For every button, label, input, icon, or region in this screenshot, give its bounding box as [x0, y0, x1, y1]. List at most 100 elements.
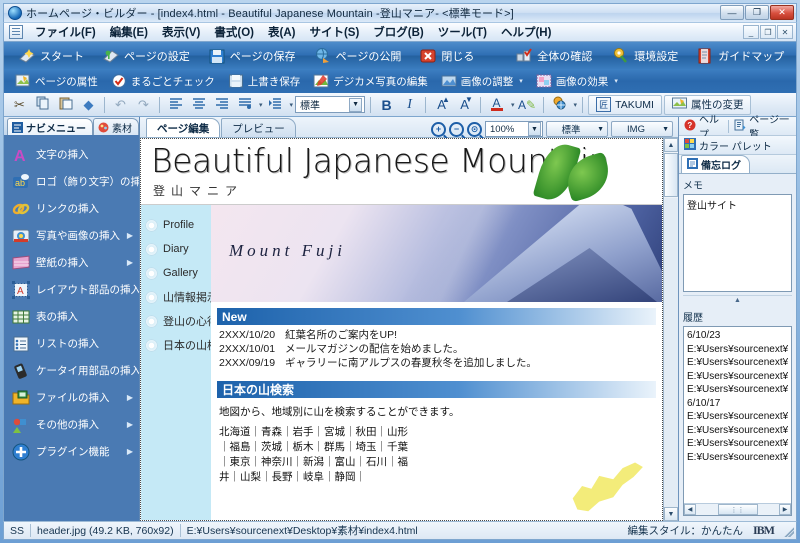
nav-insert-logo[interactable]: ab ロゴ（飾り文字）の挿入 ▶ — [4, 168, 139, 195]
nav-plugin[interactable]: プラグイン機能 ▶ — [4, 438, 139, 465]
format-painter-button[interactable]: ◆ — [78, 95, 99, 115]
history-item-2[interactable]: E:¥Users¥sourcenext¥Deskto — [687, 343, 788, 357]
toolbar-preferences-button[interactable]: 環境設定 — [604, 44, 686, 68]
scroll-up-button[interactable]: ▲ — [664, 138, 678, 152]
nav-insert-file[interactable]: ファイルの挿入 ▶ — [4, 384, 139, 411]
maximize-button[interactable]: ❐ — [745, 5, 769, 20]
toolbar-page-settings-button[interactable]: ページの設定 — [94, 44, 198, 68]
page-canvas[interactable]: Beautiful Japanese Mountain 登山マニア Profil… — [140, 138, 663, 521]
image-adjust-button[interactable]: 画像の調整 ▾ — [436, 72, 528, 90]
font-shrink-button[interactable]: A ▼ — [454, 95, 475, 115]
hscroll-right-button[interactable]: ▶ — [779, 504, 791, 515]
full-check-button[interactable]: まるごとチェック — [106, 72, 220, 90]
hscroll-left-button[interactable]: ◀ — [684, 504, 696, 515]
scroll-down-button[interactable]: ▼ — [664, 507, 678, 521]
menu-view[interactable]: 表示(V) — [155, 22, 207, 42]
toolbar-publish-button[interactable]: ページの公開 — [306, 44, 410, 68]
history-item-10[interactable]: E:¥Users¥sourcenext¥Docum — [687, 451, 788, 465]
font-color-dropdown-icon[interactable]: ▾ — [511, 101, 515, 109]
nav-insert-link[interactable]: リンクの挿入 — [4, 195, 139, 222]
menu-table[interactable]: 表(A) — [261, 22, 302, 42]
page-attribute-button[interactable]: ページの属性 — [10, 72, 103, 90]
img-mode-button[interactable]: IMG ▼ — [611, 121, 673, 137]
font-grow-button[interactable]: A ▲ — [431, 95, 452, 115]
history-item-8[interactable]: E:¥Users¥sourcenext¥Docum — [687, 424, 788, 438]
collapse-arrow-icon[interactable]: ▲ — [734, 297, 741, 304]
prefecture-links[interactable]: 北海道｜青森｜岩手｜宮城｜秋田｜山形｜福島｜茨城｜栃木｜群馬｜埼玉｜千葉｜東京｜… — [211, 421, 426, 489]
history-item-9[interactable]: E:¥Users¥sourcenext¥Docum — [687, 437, 788, 451]
toolbar-close-page-button[interactable]: 閉じる — [411, 44, 482, 68]
takumi-button[interactable]: 匠 TAKUMI — [588, 94, 662, 115]
redo-button[interactable]: ↷ — [133, 95, 154, 115]
submenu-arrow-icon-3[interactable]: ▶ — [127, 258, 133, 267]
history-horizontal-scrollbar[interactable]: ◀ ⋮⋮ ▶ — [684, 503, 791, 515]
mdi-minimize-button[interactable]: _ — [743, 25, 759, 39]
nav-insert-photo[interactable]: 写真や画像の挿入 ▶ — [4, 222, 139, 249]
hero-image[interactable]: Mount Fuji — [211, 205, 662, 302]
tab-preview[interactable]: プレビュー — [221, 118, 296, 137]
paragraph-style-select[interactable]: 標準 ▼ — [295, 96, 366, 113]
toolbar-save-page-button[interactable]: ページの保存 — [200, 44, 304, 68]
nav-insert-other[interactable]: その他の挿入 ▶ — [4, 411, 139, 438]
overwrite-save-button[interactable]: 上書き保存 — [223, 72, 306, 90]
align-center-button[interactable] — [188, 95, 209, 115]
menu-blog[interactable]: ブログ(B) — [366, 22, 430, 42]
nav-insert-wallpaper[interactable]: 壁紙の挿入 ▶ — [4, 249, 139, 276]
submenu-arrow-icon-8[interactable]: ▶ — [127, 447, 133, 456]
scroll-track[interactable] — [664, 198, 678, 507]
photo-edit-button[interactable]: デジカメ写真の編集 — [308, 72, 433, 90]
tab-memo-log[interactable]: 備忘ログ — [681, 155, 750, 173]
paste-button[interactable] — [55, 95, 76, 115]
zoom-out-icon[interactable]: − — [449, 121, 464, 137]
page-nav-diary[interactable]: Diary — [141, 237, 211, 261]
tab-nav-menu[interactable]: ナビメニュー — [7, 118, 93, 135]
history-item-3[interactable]: E:¥Users¥sourcenext¥Deskto — [687, 356, 788, 370]
menu-help[interactable]: ヘルプ(H) — [494, 22, 558, 42]
japan-map-image[interactable] — [572, 462, 643, 512]
history-item-1[interactable]: 6/10/23 — [687, 329, 788, 343]
zoom-in-icon[interactable]: + — [431, 121, 446, 137]
insert-link-button[interactable] — [549, 95, 570, 115]
menu-file[interactable]: ファイル(F) — [28, 22, 103, 42]
chevron-down-icon-3[interactable]: ▼ — [349, 97, 363, 112]
history-item-4[interactable]: E:¥Users¥sourcenext¥Deskto — [687, 370, 788, 384]
mdi-close-button[interactable]: ✕ — [777, 25, 793, 39]
page-nav-gallery[interactable]: Gallery — [141, 261, 211, 285]
hscroll-thumb[interactable]: ⋮⋮ — [717, 504, 758, 515]
chevron-down-icon-2[interactable]: ▾ — [614, 77, 618, 85]
history-item-6[interactable]: 6/10/17 — [687, 397, 788, 411]
page-header-image[interactable]: Beautiful Japanese Mountain 登山マニア — [141, 139, 662, 205]
toolbar-check-all-button[interactable]: 全体の確認 — [507, 44, 600, 68]
submenu-arrow-icon-6[interactable]: ▶ — [127, 393, 133, 402]
zoom-fit-icon[interactable]: ⊙ — [467, 121, 482, 137]
view-mode-button[interactable]: 標準 ▼ — [546, 121, 608, 137]
image-effect-button[interactable]: 画像の効果 ▾ — [531, 72, 623, 90]
link-dropdown-icon[interactable]: ▾ — [574, 101, 578, 109]
submenu-arrow-icon-7[interactable]: ▶ — [127, 420, 133, 429]
color-palette-button[interactable]: カラー パレット — [679, 136, 777, 154]
resize-grip[interactable] — [782, 524, 794, 537]
tab-page-edit[interactable]: ページ編集 — [146, 118, 221, 137]
nav-insert-table[interactable]: 表の挿入 — [4, 303, 139, 330]
menu-edit[interactable]: 編集(E) — [103, 22, 155, 42]
align-dropdown-icon[interactable]: ▾ — [259, 101, 263, 109]
menu-tools[interactable]: ツール(T) — [431, 22, 494, 42]
indent-dropdown-icon[interactable]: ▾ — [290, 101, 294, 109]
align-justify-button[interactable] — [234, 95, 255, 115]
page-nav-bbs[interactable]: 山情報掲示板 — [141, 285, 229, 309]
highlight-button[interactable]: A✎ — [517, 95, 538, 115]
italic-button[interactable]: I — [399, 95, 420, 115]
page-nav-profile[interactable]: Profile — [141, 213, 211, 237]
toolbar-guide-map-button[interactable]: ガイドマップ — [688, 44, 792, 68]
undo-button[interactable]: ↶ — [110, 95, 131, 115]
page-nav-tips[interactable]: 登山の心得 — [141, 309, 218, 333]
memo-textarea[interactable]: 登山サイト — [683, 194, 792, 292]
indent-button[interactable] — [265, 95, 286, 115]
mdi-restore-button[interactable]: ❐ — [760, 25, 776, 39]
history-item-5[interactable]: E:¥Users¥sourcenext¥Deskto — [687, 383, 788, 397]
close-button[interactable]: ✕ — [770, 5, 794, 20]
help-button[interactable]: ? ヘルプ — [679, 115, 728, 141]
history-list[interactable]: 6/10/23 E:¥Users¥sourcenext¥Deskto E:¥Us… — [683, 326, 792, 516]
tab-materials[interactable]: 素材 — [93, 118, 139, 135]
nav-insert-mobile-part[interactable]: ケータイ用部品の挿入 ▶ — [4, 357, 139, 384]
